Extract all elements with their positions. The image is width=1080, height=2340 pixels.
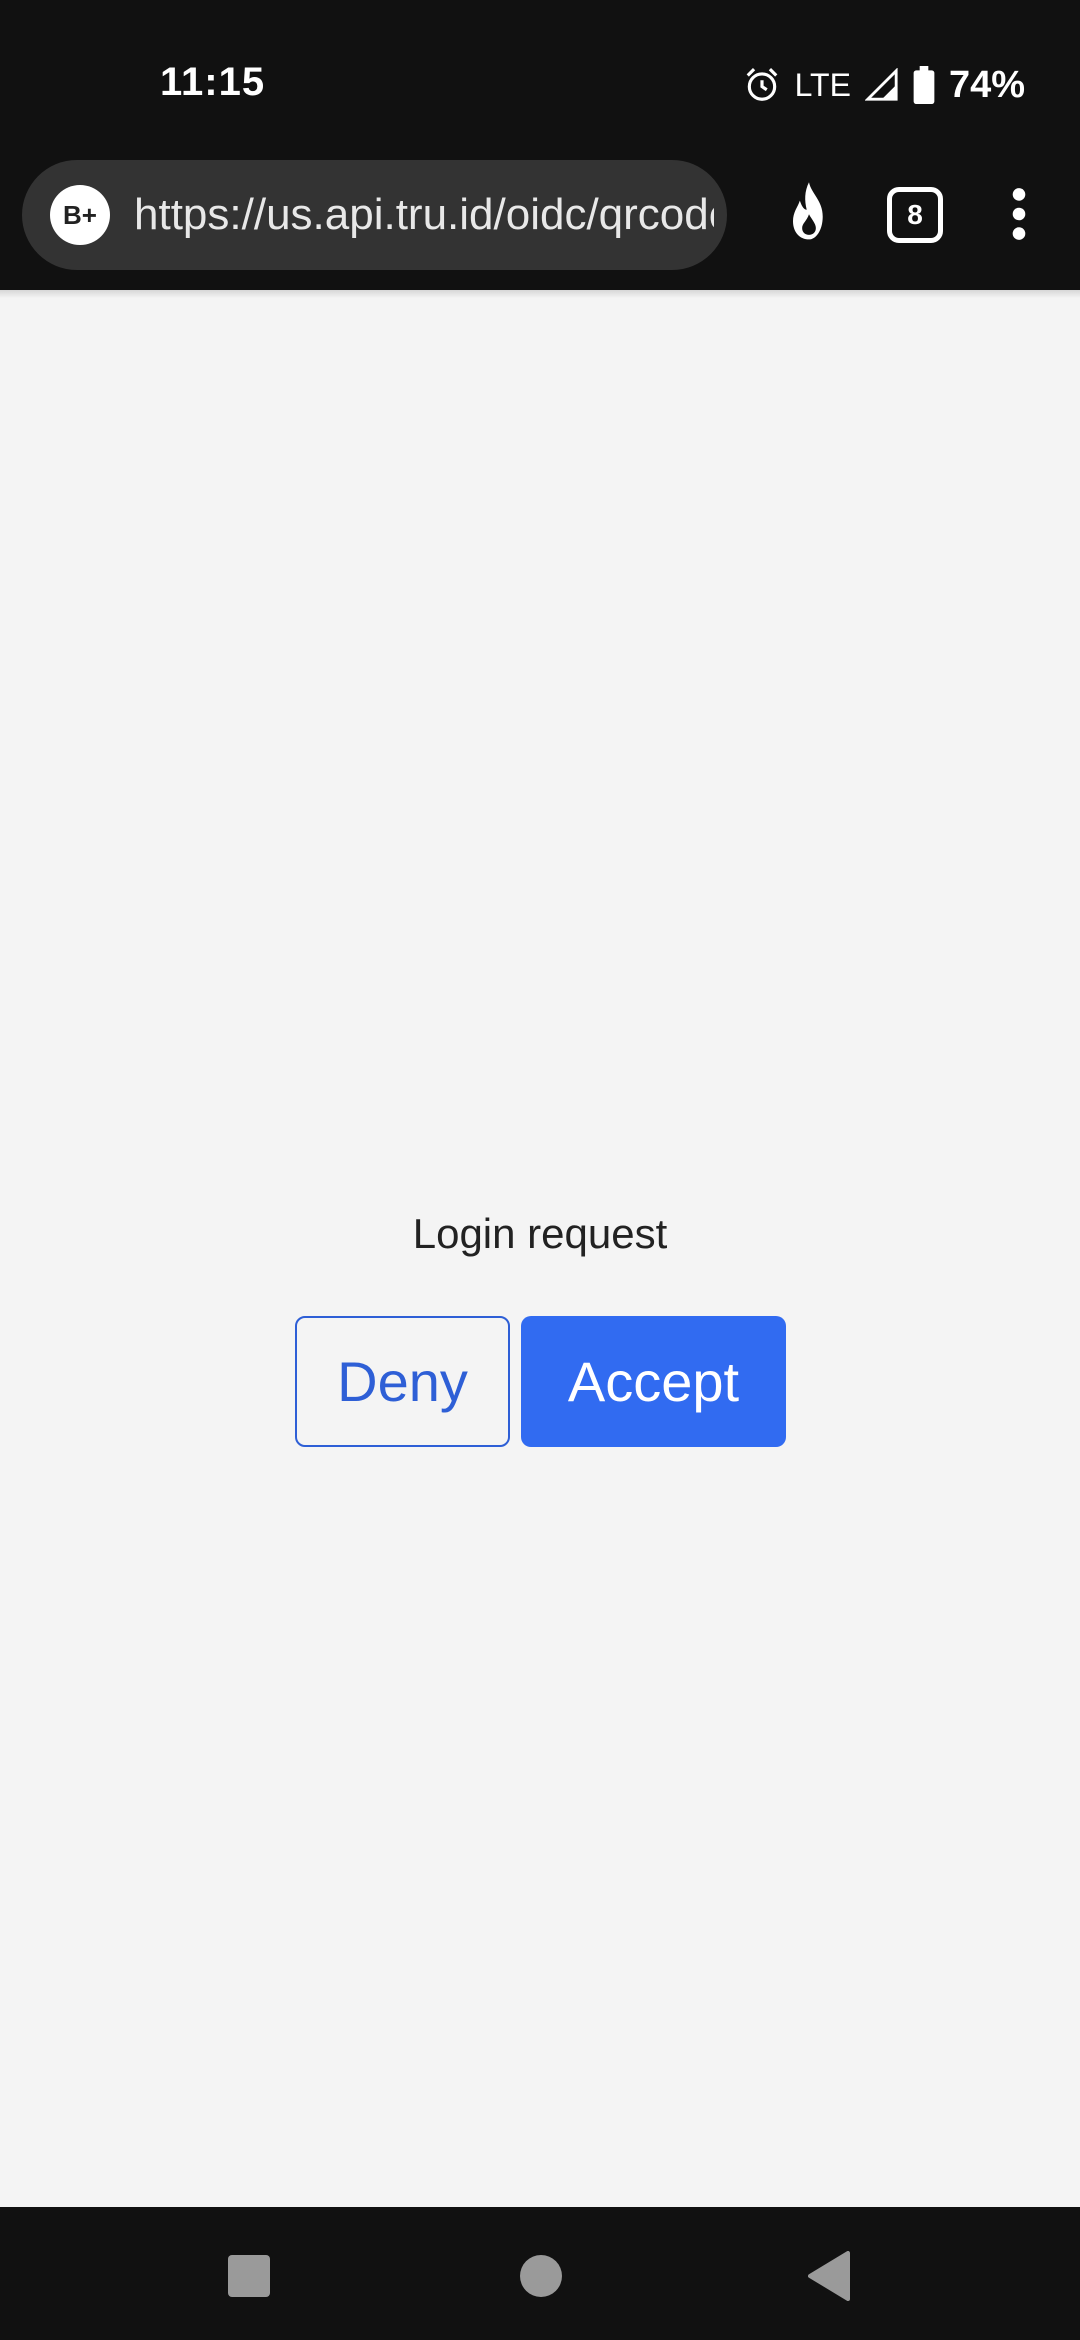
screen: 11:15 LTE 74% B+ https://us.api.tru.id/o…: [0, 0, 1080, 2340]
url-text[interactable]: https://us.api.tru.id/oidc/qrcode: [134, 160, 714, 270]
accept-button[interactable]: Accept: [521, 1316, 786, 1447]
address-bar[interactable]: B+ https://us.api.tru.id/oidc/qrcode: [22, 160, 727, 270]
battery-percent: 74%: [948, 63, 1025, 106]
site-badge[interactable]: B+: [50, 185, 110, 245]
navigation-bar: [0, 2207, 1080, 2340]
tab-count: 8: [907, 199, 923, 230]
tabs-button[interactable]: 8: [887, 187, 943, 243]
status-icons: LTE 74%: [743, 60, 1025, 110]
battery-icon: [913, 66, 935, 104]
status-time: 11:15: [160, 60, 266, 104]
status-bar: 11:15 LTE 74%: [0, 0, 1080, 160]
signal-icon: [864, 68, 898, 101]
toolbar-shadow: [0, 290, 1080, 298]
deny-button[interactable]: Deny: [295, 1316, 510, 1447]
overflow-menu-icon[interactable]: [1005, 186, 1033, 242]
login-request-title: Login request: [412, 1210, 668, 1257]
home-icon[interactable]: [520, 2255, 562, 2297]
alarm-icon: [746, 68, 777, 101]
fire-icon[interactable]: [780, 180, 838, 244]
recents-icon[interactable]: [228, 2255, 270, 2297]
back-icon[interactable]: [808, 2251, 852, 2301]
network-type: LTE: [794, 66, 851, 103]
